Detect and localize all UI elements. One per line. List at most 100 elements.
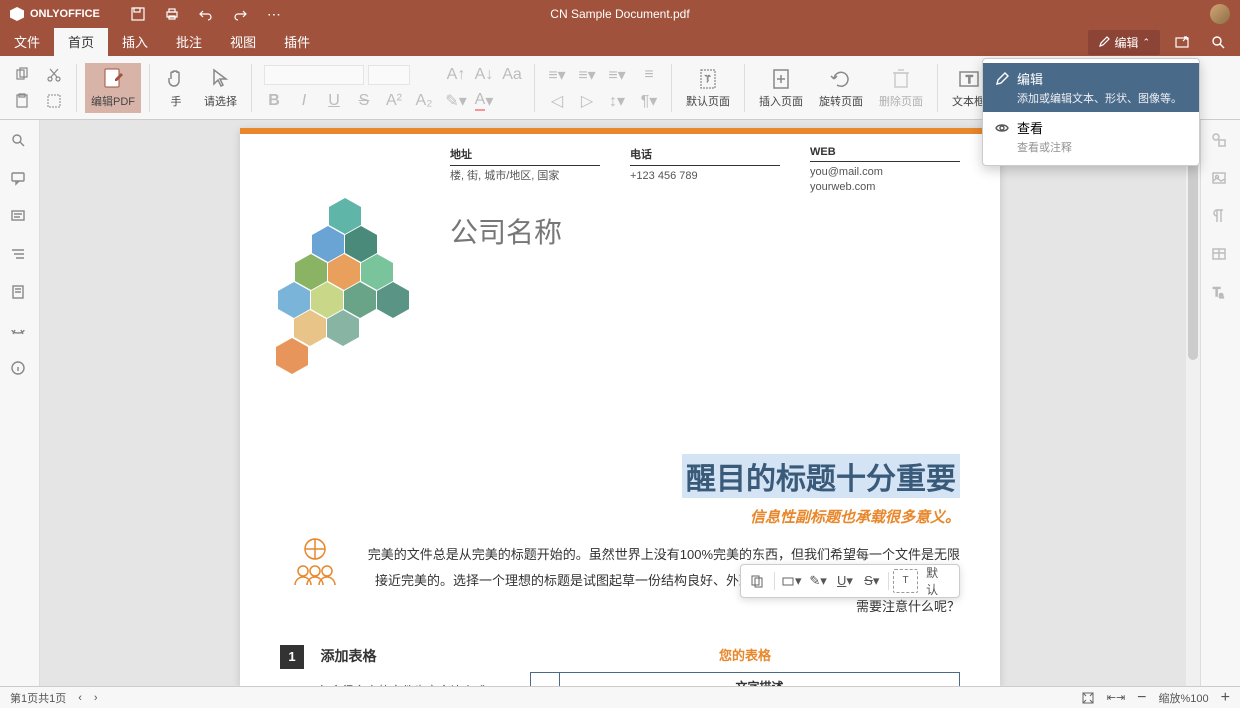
zoom-out-icon[interactable]: − xyxy=(1137,689,1146,707)
zoom-level: 缩放%100 xyxy=(1159,690,1209,706)
multilevel-icon[interactable]: ≡▾ xyxy=(607,65,627,85)
web-label: WEB xyxy=(810,146,960,162)
indent-inc-icon[interactable]: ▷ xyxy=(577,91,597,111)
cut-icon[interactable] xyxy=(44,65,64,85)
prev-page-icon[interactable]: ‹ xyxy=(78,692,82,704)
svg-text:T: T xyxy=(966,74,973,86)
copy-icon[interactable] xyxy=(12,65,32,85)
tab-bar: 文件 首页 插入 批注 视图 插件 编辑 ⌃ xyxy=(0,28,1240,56)
subheadline: 信息性副标题也承载很多意义。 xyxy=(270,506,960,527)
comments-icon[interactable] xyxy=(10,170,30,190)
chat-icon[interactable] xyxy=(10,208,30,228)
font-inc-icon[interactable]: A↑ xyxy=(446,65,466,85)
highlight-icon[interactable]: ✎▾ xyxy=(446,91,466,111)
insert-page-button[interactable]: 插入页面 xyxy=(753,63,809,113)
textart-settings-icon[interactable]: Ta xyxy=(1211,284,1231,304)
edit-mode-dropdown: 编辑 添加或编辑文本、形状、图像等。 查看 查看或注释 xyxy=(982,58,1200,166)
hand-tool-button[interactable]: 手 xyxy=(158,63,194,113)
dropdown-item-edit[interactable]: 编辑 添加或编辑文本、形状、图像等。 xyxy=(983,63,1199,112)
navigation-icon[interactable] xyxy=(10,246,30,266)
vertical-scrollbar[interactable] xyxy=(1186,120,1200,686)
default-page-button[interactable]: T 默认页面 xyxy=(680,63,736,113)
save-icon[interactable] xyxy=(130,6,146,22)
font-color-icon[interactable]: A▾ xyxy=(474,91,494,111)
next-page-icon[interactable]: › xyxy=(94,692,98,704)
feedback-icon[interactable] xyxy=(10,322,30,342)
right-panel: Ta xyxy=(1200,120,1240,686)
highlight-float-icon[interactable]: ▾ xyxy=(779,569,804,593)
floating-toolbar: ▾ ✎▾ U▾ S▾ T 默认 xyxy=(740,564,960,598)
redo-icon[interactable] xyxy=(232,6,248,22)
italic-icon[interactable]: I xyxy=(294,91,314,111)
paragraph-settings-icon[interactable] xyxy=(1211,208,1231,228)
quick-access-toolbar: ⋯ xyxy=(130,6,282,22)
search-icon[interactable] xyxy=(1204,28,1232,56)
dropdown-desc: 查看或注释 xyxy=(1017,139,1187,155)
strike-icon[interactable]: S xyxy=(354,91,374,111)
copy-float-icon[interactable] xyxy=(745,569,770,593)
tab-view[interactable]: 视图 xyxy=(216,27,270,56)
numbering-icon[interactable]: ≡▾ xyxy=(577,65,597,85)
delete-page-button[interactable]: 删除页面 xyxy=(873,63,929,113)
find-icon[interactable] xyxy=(10,132,30,152)
table-settings-icon[interactable] xyxy=(1211,246,1231,266)
edit-label: 编辑 xyxy=(1114,34,1138,51)
edit-mode-button[interactable]: 编辑 ⌃ xyxy=(1088,30,1160,55)
edit-pdf-button[interactable]: 编辑PDF xyxy=(85,63,141,113)
shape-settings-icon[interactable] xyxy=(1211,132,1231,152)
company-name: 公司名称 xyxy=(450,211,960,251)
done-float-button[interactable]: 默认 xyxy=(920,569,955,593)
document-canvas[interactable]: 地址楼, 街, 城市/地区, 国家 电话+123 456 789 WEByou@… xyxy=(40,120,1200,686)
subscript-icon[interactable]: A₂ xyxy=(414,91,434,111)
document-title: CN Sample Document.pdf xyxy=(550,7,689,21)
line-spacing-icon[interactable]: ↕▾ xyxy=(607,91,627,111)
tab-comment[interactable]: 批注 xyxy=(162,27,216,56)
data-table: 文字描述 文字描述 参数 1455 参数27010 参数 31555 参数 43… xyxy=(530,672,960,686)
tab-file[interactable]: 文件 xyxy=(0,27,54,56)
tab-plugins[interactable]: 插件 xyxy=(270,27,324,56)
select-all-icon[interactable] xyxy=(44,91,64,111)
strike-float-icon[interactable]: S▾ xyxy=(859,569,884,593)
image-settings-icon[interactable] xyxy=(1211,170,1231,190)
people-icon xyxy=(285,537,345,587)
thumbnails-icon[interactable] xyxy=(10,284,30,304)
text-float-icon[interactable]: T xyxy=(893,569,918,593)
open-location-icon[interactable] xyxy=(1168,28,1196,56)
logo-icon xyxy=(10,7,24,21)
font-dec-icon[interactable]: A↓ xyxy=(474,65,494,85)
paste-icon[interactable] xyxy=(12,91,32,111)
dropdown-item-view[interactable]: 查看 查看或注释 xyxy=(983,112,1199,161)
para-icon[interactable]: ¶▾ xyxy=(639,91,659,111)
change-case-icon[interactable]: Aa xyxy=(502,65,522,85)
dropdown-desc: 添加或编辑文本、形状、图像等。 xyxy=(1017,90,1187,106)
indent-dec-icon[interactable]: ◁ xyxy=(547,91,567,111)
tel-value: +123 456 789 xyxy=(630,169,780,184)
web-value: yourweb.com xyxy=(810,181,875,193)
about-icon[interactable] xyxy=(10,360,30,380)
bullets-icon[interactable]: ≡▾ xyxy=(547,65,567,85)
align-icon[interactable]: ≡ xyxy=(639,65,659,85)
table-header: 文字描述 xyxy=(560,672,960,686)
fit-page-icon[interactable] xyxy=(1081,691,1095,705)
app-logo: ONLYOFFICE xyxy=(0,7,110,21)
superscript-icon[interactable]: A² xyxy=(384,91,404,111)
underline-icon[interactable]: U xyxy=(324,91,344,111)
table-title: 您的表格 xyxy=(530,645,960,664)
tab-insert[interactable]: 插入 xyxy=(108,27,162,56)
page-indicator: 第1页共1页 xyxy=(10,690,66,706)
more-icon[interactable]: ⋯ xyxy=(266,6,282,22)
pen-float-icon[interactable]: ✎▾ xyxy=(806,569,831,593)
font-family-combo[interactable] xyxy=(264,65,364,85)
select-tool-button[interactable]: 请选择 xyxy=(198,63,243,113)
undo-icon[interactable] xyxy=(198,6,214,22)
print-icon[interactable] xyxy=(164,6,180,22)
zoom-in-icon[interactable]: + xyxy=(1221,689,1230,707)
bold-icon[interactable]: B xyxy=(264,91,284,111)
rotate-page-button[interactable]: 旋转页面 xyxy=(813,63,869,113)
fit-width-icon[interactable]: ⇤⇥ xyxy=(1107,691,1125,704)
underline-float-icon[interactable]: U▾ xyxy=(832,569,857,593)
user-avatar[interactable] xyxy=(1210,4,1230,24)
tab-home[interactable]: 首页 xyxy=(54,27,108,56)
section-text: 包含很多字的文件肯定会让人感到很无趣。这就是为什么添加表格可以帮助提供一个更好的… xyxy=(318,679,490,686)
font-size-combo[interactable] xyxy=(368,65,410,85)
